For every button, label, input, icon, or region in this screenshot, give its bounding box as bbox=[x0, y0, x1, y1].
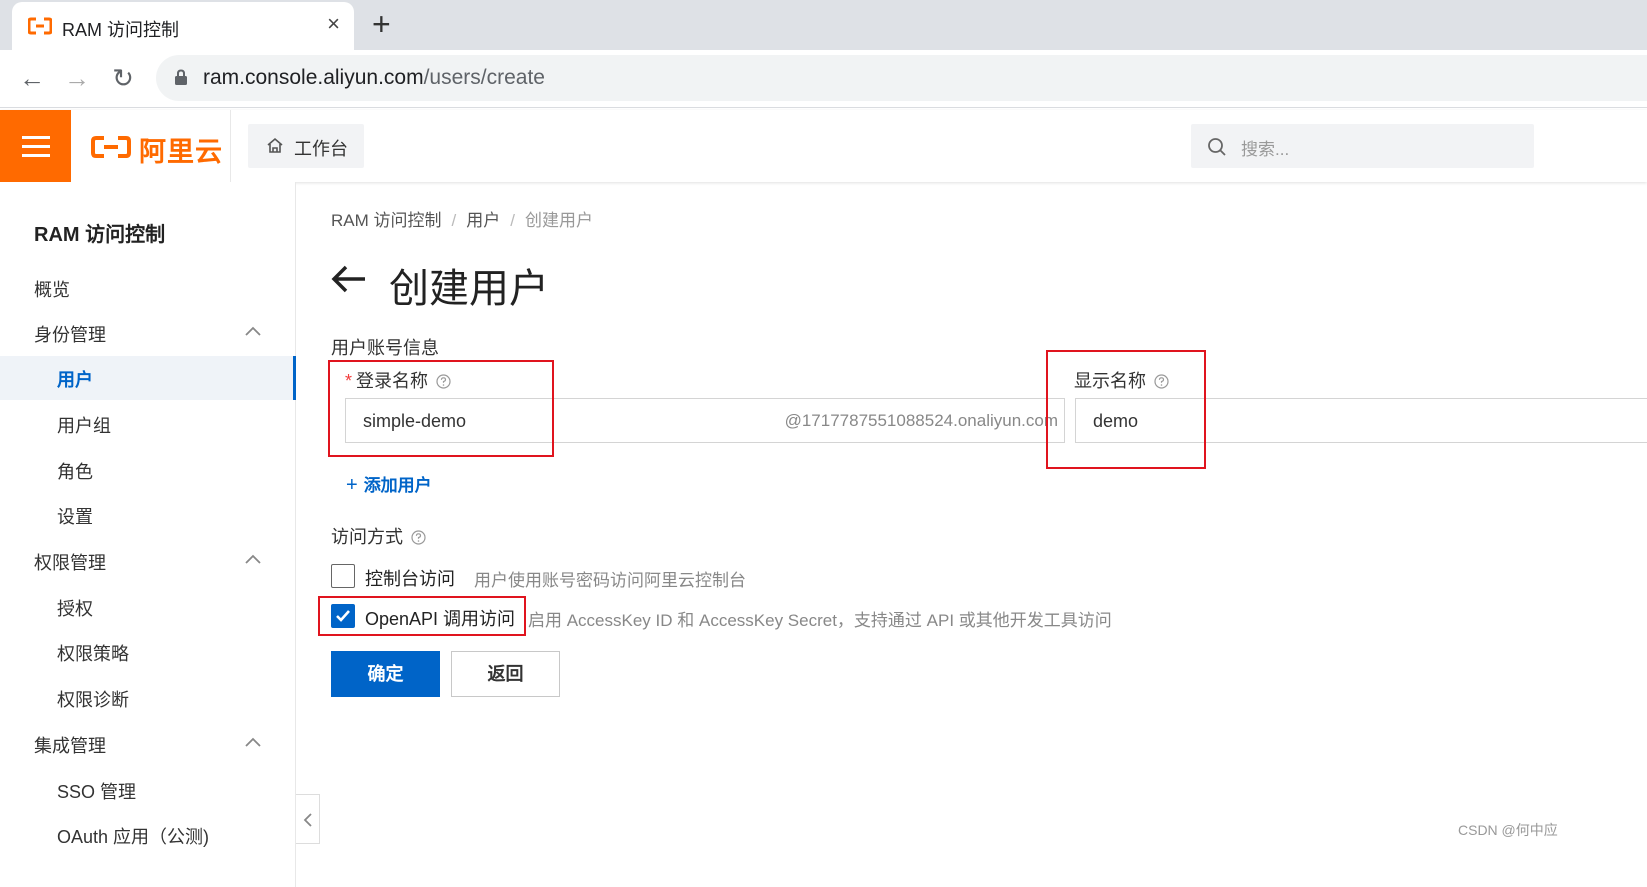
sidebar-group-label: 权限管理 bbox=[34, 553, 106, 573]
sidebar-item-label: 角色 bbox=[57, 462, 93, 482]
back-arrow-icon[interactable] bbox=[331, 264, 367, 294]
breadcrumb-ram[interactable]: RAM 访问控制 bbox=[331, 211, 442, 230]
aliyun-logo-icon bbox=[91, 136, 131, 158]
access-method-label-text: 访问方式 bbox=[331, 527, 403, 547]
login-name-suffix: @1717787551088524.onaliyun.com bbox=[784, 411, 1058, 430]
console-topbar: 阿里云 工作台 搜索... bbox=[0, 110, 1647, 182]
brand-name: 阿里云 bbox=[139, 137, 223, 167]
sidebar-item-label: 授权 bbox=[57, 599, 93, 619]
sidebar-item-grants[interactable]: 授权 bbox=[0, 585, 296, 629]
add-user-label: 添加用户 bbox=[363, 476, 432, 495]
url-text: ram.console.aliyun.com/users/create bbox=[203, 66, 545, 90]
breadcrumb-separator: / bbox=[451, 211, 457, 230]
workbench-button[interactable]: 工作台 bbox=[248, 124, 364, 168]
sidebar-item-label: 用户 bbox=[57, 370, 93, 390]
menu-button[interactable] bbox=[0, 110, 71, 182]
search-icon bbox=[1208, 138, 1226, 156]
sidebar-collapse-button[interactable] bbox=[296, 794, 320, 844]
sidebar-item-label: 用户组 bbox=[57, 416, 111, 436]
sidebar-item-overview[interactable]: 概览 bbox=[0, 266, 296, 310]
sidebar-item-settings[interactable]: 设置 bbox=[0, 493, 296, 537]
sidebar-item-users[interactable]: 用户 bbox=[0, 356, 296, 400]
menu-bar-icon bbox=[22, 136, 50, 139]
tab-title: RAM 访问控制 bbox=[62, 20, 179, 40]
console-access-label[interactable]: 控制台访问 bbox=[365, 565, 455, 591]
sidebar: RAM 访问控制 概览 身份管理 用户 用户组 角色 设置 权限管理 授权 权限… bbox=[0, 182, 296, 887]
workbench-label: 工作台 bbox=[294, 139, 348, 159]
forward-icon[interactable]: → bbox=[61, 62, 93, 94]
tab-close-icon[interactable]: × bbox=[327, 13, 340, 35]
sidebar-item-label: 权限诊断 bbox=[57, 690, 129, 710]
back-icon[interactable]: ← bbox=[16, 62, 48, 94]
plus-icon: + bbox=[346, 474, 358, 496]
sidebar-item-policies[interactable]: 权限策略 bbox=[0, 630, 296, 674]
sidebar-group-integration[interactable]: 集成管理 bbox=[0, 722, 296, 766]
global-search-input[interactable]: 搜索... bbox=[1191, 124, 1534, 168]
breadcrumb: RAM 访问控制 / 用户 / 创建用户 bbox=[331, 206, 593, 231]
browser-tab-strip: RAM 访问控制 × + bbox=[0, 0, 1647, 50]
watermark: CSDN @何中应 bbox=[1458, 822, 1558, 838]
search-placeholder: 搜索... bbox=[1241, 140, 1290, 159]
sidebar-item-diagnosis[interactable]: 权限诊断 bbox=[0, 676, 296, 720]
back-button[interactable]: 返回 bbox=[451, 651, 560, 697]
sidebar-item-label: 概览 bbox=[34, 280, 70, 300]
aliyun-favicon-icon bbox=[28, 17, 52, 35]
section-account-info: 用户账号信息 bbox=[331, 338, 439, 358]
sidebar-item-label: OAuth 应用（公测) bbox=[57, 827, 210, 847]
address-bar[interactable]: ram.console.aliyun.com/users/create bbox=[156, 55, 1647, 101]
chevron-up-icon bbox=[245, 737, 261, 747]
page-title: 创建用户 bbox=[389, 267, 549, 311]
sidebar-group-identity[interactable]: 身份管理 bbox=[0, 311, 296, 355]
chevron-left-icon bbox=[303, 813, 312, 827]
reload-icon[interactable]: ↻ bbox=[107, 62, 139, 94]
annotation-box-display-name bbox=[1046, 350, 1206, 469]
menu-bar-icon bbox=[22, 145, 50, 148]
breadcrumb-users[interactable]: 用户 bbox=[466, 211, 500, 230]
help-icon[interactable] bbox=[411, 530, 426, 545]
openapi-access-desc: 启用 AccessKey ID 和 AccessKey Secret，支持通过 … bbox=[528, 611, 1112, 630]
sidebar-item-oauth[interactable]: OAuth 应用（公测) bbox=[0, 813, 296, 857]
chevron-up-icon bbox=[245, 326, 261, 336]
sidebar-item-user-groups[interactable]: 用户组 bbox=[0, 402, 296, 446]
confirm-button[interactable]: 确定 bbox=[331, 651, 440, 697]
browser-tab[interactable]: RAM 访问控制 × bbox=[12, 2, 354, 50]
new-tab-icon[interactable]: + bbox=[372, 8, 391, 40]
menu-bar-icon bbox=[22, 154, 50, 157]
lock-icon bbox=[175, 69, 187, 85]
annotation-box-login-name bbox=[328, 360, 554, 457]
sidebar-group-label: 身份管理 bbox=[34, 325, 106, 345]
sidebar-item-roles[interactable]: 角色 bbox=[0, 448, 296, 492]
sidebar-item-label: SSO 管理 bbox=[57, 782, 137, 802]
add-user-button[interactable]: + 添加用户 bbox=[346, 471, 432, 497]
sidebar-item-label: 权限策略 bbox=[57, 644, 129, 664]
sidebar-group-label: 集成管理 bbox=[34, 736, 106, 756]
sidebar-title: RAM 访问控制 bbox=[34, 224, 166, 246]
home-icon bbox=[267, 137, 283, 153]
console-access-checkbox[interactable] bbox=[331, 564, 355, 588]
aliyun-logo[interactable]: 阿里云 bbox=[71, 110, 231, 182]
url-path: /users/create bbox=[423, 66, 545, 89]
breadcrumb-separator: / bbox=[510, 211, 515, 230]
breadcrumb-current: 创建用户 bbox=[524, 211, 593, 230]
url-host: ram.console.aliyun.com bbox=[203, 66, 424, 89]
sidebar-item-sso[interactable]: SSO 管理 bbox=[0, 768, 296, 812]
console-access-desc: 用户使用账号密码访问阿里云控制台 bbox=[474, 571, 746, 590]
sidebar-item-label: 设置 bbox=[57, 507, 93, 527]
access-method-label: 访问方式 bbox=[331, 523, 426, 549]
chevron-up-icon bbox=[245, 554, 261, 564]
sidebar-group-permissions[interactable]: 权限管理 bbox=[0, 539, 296, 583]
browser-toolbar: ← → ↻ ram.console.aliyun.com/users/creat… bbox=[0, 50, 1647, 108]
annotation-box-openapi bbox=[318, 596, 526, 636]
